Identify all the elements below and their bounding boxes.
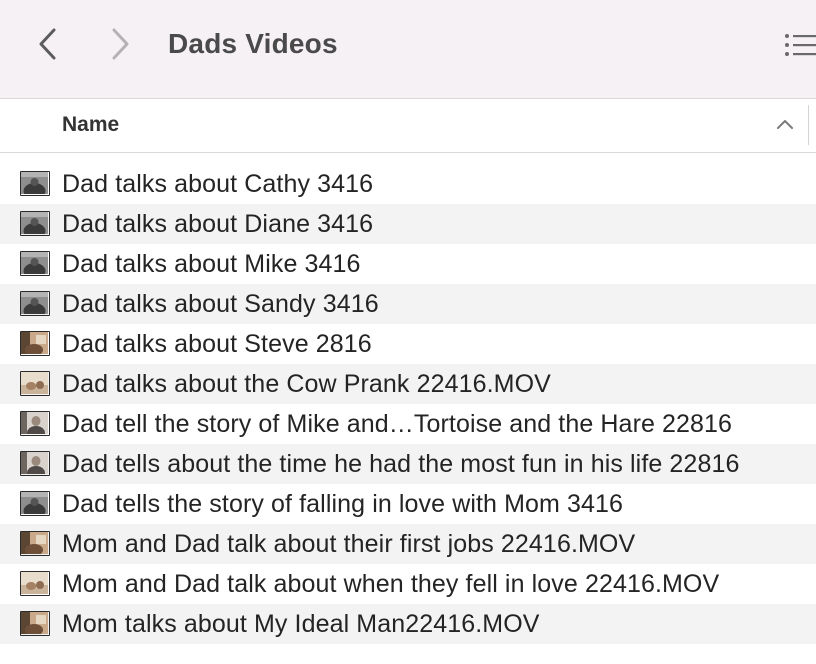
view-options-button[interactable] — [784, 30, 816, 60]
list-view-icon — [785, 34, 816, 56]
file-row[interactable]: Dad tells the story of falling in love w… — [0, 484, 816, 524]
file-row[interactable]: Dad talks about Mike 3416 — [0, 244, 816, 284]
forward-button[interactable] — [102, 26, 138, 62]
file-name: Mom talks about My Ideal Man22416.MOV — [62, 610, 540, 638]
file-name: Dad talks about Cathy 3416 — [62, 170, 374, 198]
file-name: Mom and Dad talk about when they fell in… — [62, 570, 720, 598]
file-row[interactable]: Dad tell the story of Mike and…Tortoise … — [0, 404, 816, 444]
video-thumbnail-icon — [20, 531, 50, 556]
video-thumbnail-icon — [20, 251, 50, 276]
video-thumbnail-icon — [20, 451, 50, 476]
file-row[interactable]: Dad tells about the time he had the most… — [0, 444, 816, 484]
toolbar: Dads Videos — [0, 0, 816, 99]
file-row[interactable]: Dad talks about Steve 2816 — [0, 324, 816, 364]
video-thumbnail-icon — [20, 571, 50, 596]
file-list: Dad talks about Cathy 3416 Dad talks abou… — [0, 164, 816, 644]
column-header-row: Name — [0, 99, 816, 153]
video-thumbnail-icon — [20, 171, 50, 196]
file-name: Dad talks about Mike 3416 — [62, 250, 361, 278]
video-thumbnail-icon — [20, 371, 50, 396]
file-name: Dad talks about Sandy 3416 — [62, 290, 379, 318]
file-name: Mom and Dad talk about their first jobs … — [62, 530, 636, 558]
back-button[interactable] — [30, 26, 66, 62]
file-name: Dad talks about the Cow Prank 22416.MOV — [62, 370, 551, 398]
chevron-right-icon — [112, 28, 129, 60]
file-row[interactable]: Mom and Dad talk about when they fell in… — [0, 564, 816, 604]
column-header-name[interactable]: Name — [62, 113, 119, 137]
file-row[interactable]: Mom talks about My Ideal Man22416.MOV — [0, 604, 816, 644]
video-thumbnail-icon — [20, 291, 50, 316]
video-thumbnail-icon — [20, 411, 50, 436]
file-row[interactable]: Dad talks about Sandy 3416 — [0, 284, 816, 324]
file-row[interactable]: Dad talks about the Cow Prank 22416.MOV — [0, 364, 816, 404]
file-row[interactable]: Dad talks about Cathy 3416 — [0, 164, 816, 204]
chevron-up-icon[interactable] — [775, 115, 795, 135]
window-title: Dads Videos — [168, 28, 338, 59]
file-name: Dad tells the story of falling in love w… — [62, 490, 624, 518]
video-thumbnail-icon — [20, 611, 50, 636]
chevron-left-icon — [39, 28, 56, 60]
file-row[interactable]: Dad talks about Diane 3416 — [0, 204, 816, 244]
file-row[interactable]: Mom and Dad talk about their first jobs … — [0, 524, 816, 564]
video-thumbnail-icon — [20, 491, 50, 516]
column-divider[interactable] — [808, 105, 809, 145]
video-thumbnail-icon — [20, 331, 50, 356]
file-name: Dad tells about the time he had the most… — [62, 450, 740, 478]
file-name: Dad talks about Diane 3416 — [62, 210, 374, 238]
file-name: Dad talks about Steve 2816 — [62, 330, 372, 358]
video-thumbnail-icon — [20, 211, 50, 236]
file-name: Dad tell the story of Mike and…Tortoise … — [62, 410, 733, 438]
